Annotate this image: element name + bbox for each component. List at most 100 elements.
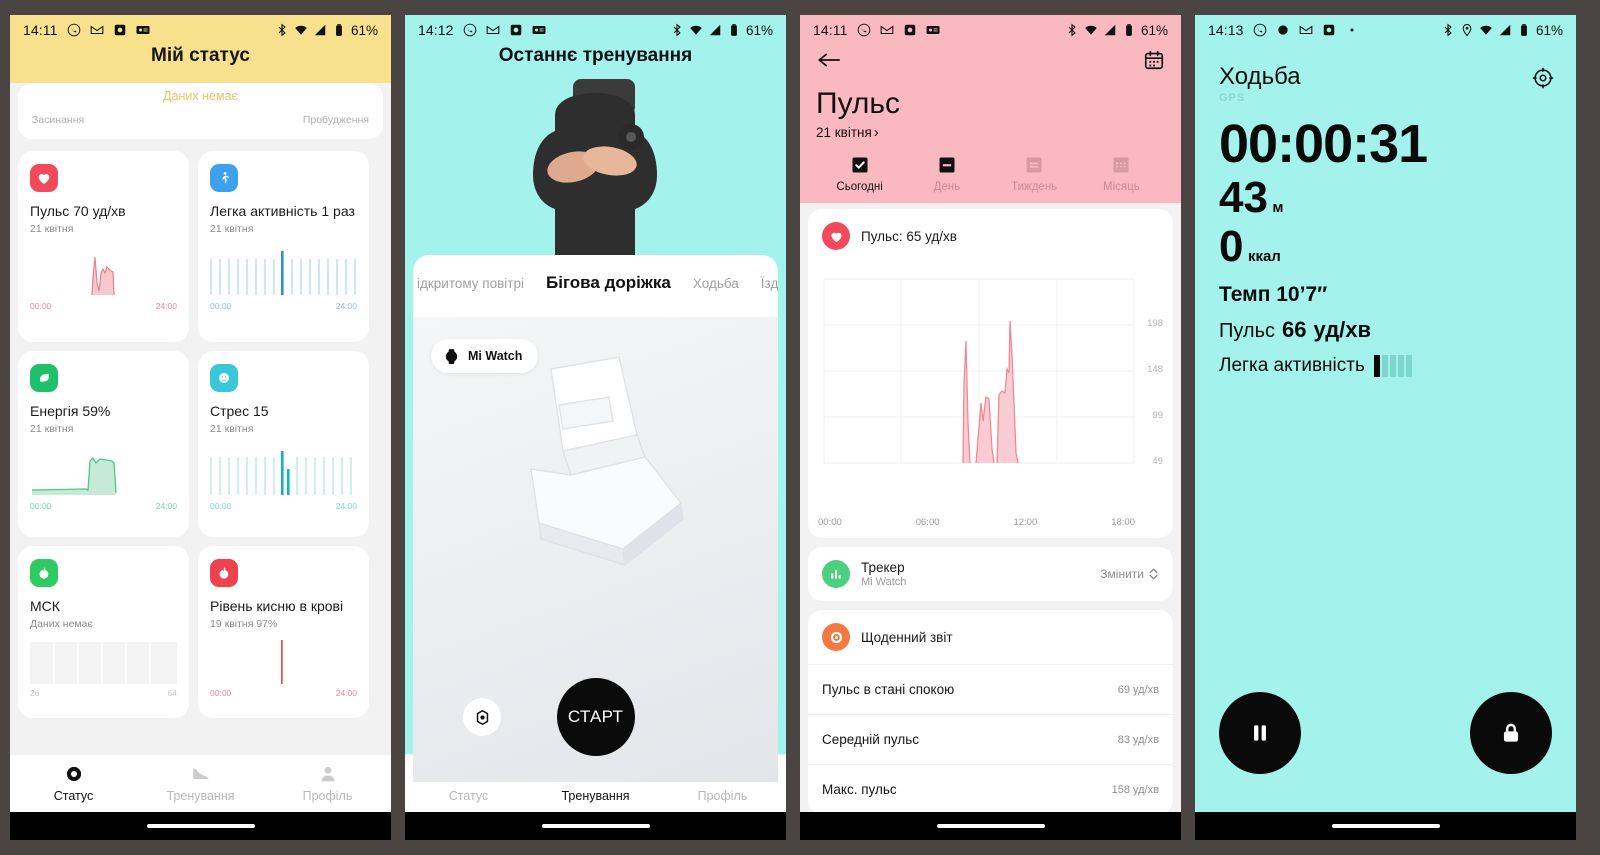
lock-button[interactable] bbox=[1470, 692, 1552, 774]
status-bar: 14:12 61% bbox=[405, 15, 786, 45]
workout-metrics: Ходьба GPS 00:00:31 43 м 0 ккал Темп 10’… bbox=[1195, 45, 1576, 812]
daily-report-card[interactable]: Щоденний звіт Пульс в стані спокою 69 уд… bbox=[808, 610, 1173, 812]
nav-item-status[interactable]: Статус bbox=[10, 764, 137, 803]
camera-icon bbox=[1323, 24, 1334, 36]
status-bar: 14:11 61% bbox=[10, 15, 391, 45]
back-arrow-icon[interactable] bbox=[816, 50, 842, 70]
gesture-pill[interactable] bbox=[1331, 824, 1440, 828]
card-blood-oxygen[interactable]: Рівень кисню в крові 19 квітня 97% 00:00… bbox=[198, 546, 369, 718]
segment-month[interactable]: Місяць bbox=[1078, 155, 1165, 193]
row-value: 83 уд/хв bbox=[1117, 733, 1159, 746]
status-bar-right: 61% bbox=[670, 23, 773, 38]
pause-icon bbox=[1254, 725, 1266, 741]
mini-chart-blood-oxygen: 00:00 24:00 bbox=[210, 638, 357, 698]
card-stress[interactable]: Стрес 15 21 квітня 00:00 24:00 bbox=[198, 351, 369, 537]
sleep-card[interactable]: Даних немає Засинання Пробудження bbox=[18, 83, 383, 139]
gesture-pill[interactable] bbox=[541, 824, 650, 828]
pause-button[interactable] bbox=[1219, 692, 1301, 774]
nav-item-profile[interactable]: Профіль bbox=[264, 764, 391, 803]
tab-outdoor-run[interactable]: ідкритому повітрі bbox=[417, 276, 524, 291]
x-tick-1: 06:00 bbox=[915, 517, 940, 528]
status-bar-left: 14:11 bbox=[23, 22, 150, 38]
card-subtitle: 21 квітня bbox=[210, 423, 254, 436]
card-energy[interactable]: Енергія 59% 21 квітня 00:00 24:00 bbox=[18, 351, 189, 537]
segment-week[interactable]: Тиждень bbox=[991, 155, 1078, 193]
intensity-bar bbox=[1397, 355, 1404, 378]
chart-x-axis: 00:00 06:00 12:00 18:00 bbox=[808, 513, 1173, 538]
table-row: Пульс в стані спокою 69 уд/хв bbox=[808, 664, 1173, 714]
lock-icon bbox=[1503, 723, 1519, 742]
segment-label: Тиждень bbox=[1011, 181, 1058, 193]
x-tick-3: 18:00 bbox=[1111, 517, 1135, 528]
start-workout-button[interactable]: СТАРТ bbox=[556, 678, 635, 756]
y-tick-99: 99 bbox=[1152, 410, 1163, 421]
light-activity-bars bbox=[210, 251, 356, 296]
mini-chart-light-activity: 00:00 24:00 bbox=[210, 243, 357, 311]
workout-settings-button[interactable] bbox=[463, 698, 501, 736]
tab-cycling[interactable]: Їзд bbox=[761, 276, 778, 291]
card-vo2max[interactable]: МСК Даних немає 26 64 bbox=[18, 546, 189, 718]
workout-type-sheet: ідкритому повітрі Бігова доріжка Ходьба … bbox=[413, 255, 778, 782]
connected-device-chip[interactable]: Mi Watch bbox=[431, 339, 539, 373]
distance-unit: м bbox=[1272, 199, 1284, 217]
vo2max-icon bbox=[30, 559, 58, 587]
axis-left: 00:00 bbox=[210, 501, 232, 512]
phone-call-icon bbox=[1253, 23, 1266, 37]
hr-unit: уд/хв bbox=[1313, 317, 1372, 343]
nav-label: Статус bbox=[448, 789, 489, 803]
settings-gear-icon bbox=[476, 709, 488, 725]
pace-value: 10’7″ bbox=[1276, 283, 1328, 307]
gesture-pill[interactable] bbox=[936, 824, 1045, 828]
tab-walking[interactable]: Ходьба bbox=[693, 276, 739, 291]
nav-label: Статус bbox=[53, 789, 94, 803]
segment-day[interactable]: День bbox=[903, 155, 990, 193]
phone-call-icon bbox=[463, 23, 476, 37]
elapsed-timer: 00:00:31 bbox=[1219, 114, 1428, 174]
bottom-navigation: Статус Тренування Профіль bbox=[10, 754, 391, 812]
intensity-bars bbox=[1373, 355, 1412, 378]
change-tracker-button[interactable]: Змінити bbox=[1100, 567, 1159, 581]
card-light-activity[interactable]: Легка активність 1 раз 21 квітня 00:00 2… bbox=[198, 151, 369, 342]
status-bar: 14:11 61% bbox=[800, 15, 1181, 45]
panel1-scroll-body[interactable]: Даних немає Засинання Пробудження Пульс … bbox=[10, 83, 391, 754]
page-title: Мій статус bbox=[151, 45, 250, 66]
intensity-bar bbox=[1389, 355, 1396, 378]
calendar-icon[interactable] bbox=[1143, 49, 1165, 71]
tracker-card[interactable]: Трекер Mi Watch Змінити bbox=[808, 547, 1173, 601]
calories-unit: ккал bbox=[1247, 247, 1281, 265]
date-selector[interactable]: 21 квітня › bbox=[816, 124, 1165, 141]
row-value: 69 уд/хв bbox=[1117, 683, 1159, 696]
card-heart-rate[interactable]: Пульс 70 уд/хв 21 квітня 00:00 24:00 bbox=[18, 151, 189, 342]
status-ring-icon bbox=[66, 766, 81, 782]
page-title: Пульс bbox=[816, 87, 901, 120]
gmail-icon bbox=[880, 25, 893, 35]
gesture-pill[interactable] bbox=[146, 824, 255, 828]
segment-today[interactable]: Сьогодні bbox=[816, 155, 903, 193]
card-title: Легка активність 1 раз bbox=[210, 203, 355, 219]
signal-icon bbox=[1104, 24, 1116, 36]
gmail-icon bbox=[1299, 25, 1312, 35]
tracker-subtitle: Mi Watch bbox=[861, 576, 907, 588]
shoe-icon bbox=[192, 768, 208, 780]
x-tick-2: 12:00 bbox=[1013, 517, 1038, 528]
recording-dot-icon bbox=[1277, 25, 1288, 35]
panel1-header: Мій статус bbox=[10, 45, 391, 83]
nav-item-workout[interactable]: Тренування bbox=[137, 764, 264, 803]
heart-rate-chart-card[interactable]: Пульс: 65 уд/хв 198 148 99 49 00:00 06:0… bbox=[808, 209, 1173, 538]
location-pin-icon[interactable] bbox=[1532, 67, 1554, 89]
tab-treadmill[interactable]: Бігова доріжка bbox=[546, 273, 671, 293]
battery-icon bbox=[731, 24, 737, 36]
panel3-scroll-body[interactable]: Пульс: 65 уд/хв 198 148 99 49 00:00 06:0… bbox=[800, 203, 1181, 812]
axis-left: 26 bbox=[30, 688, 40, 699]
axis-right: 24:00 bbox=[155, 501, 177, 512]
phone-active-workout-screen: 14:13 61% Ходьба GPS 00:00:31 43 м 0 кка… bbox=[1195, 15, 1576, 840]
hero-illustration bbox=[405, 79, 786, 264]
battery-icon bbox=[336, 24, 342, 36]
more-dot-icon bbox=[1350, 28, 1354, 32]
intensity-bar bbox=[1405, 355, 1412, 378]
status-time: 14:13 bbox=[1208, 22, 1244, 38]
mini-axis: 00:00 24:00 bbox=[30, 501, 177, 511]
axis-right: 64 bbox=[167, 688, 177, 699]
wifi-icon bbox=[690, 25, 702, 35]
nav-label: Тренування bbox=[166, 789, 235, 803]
